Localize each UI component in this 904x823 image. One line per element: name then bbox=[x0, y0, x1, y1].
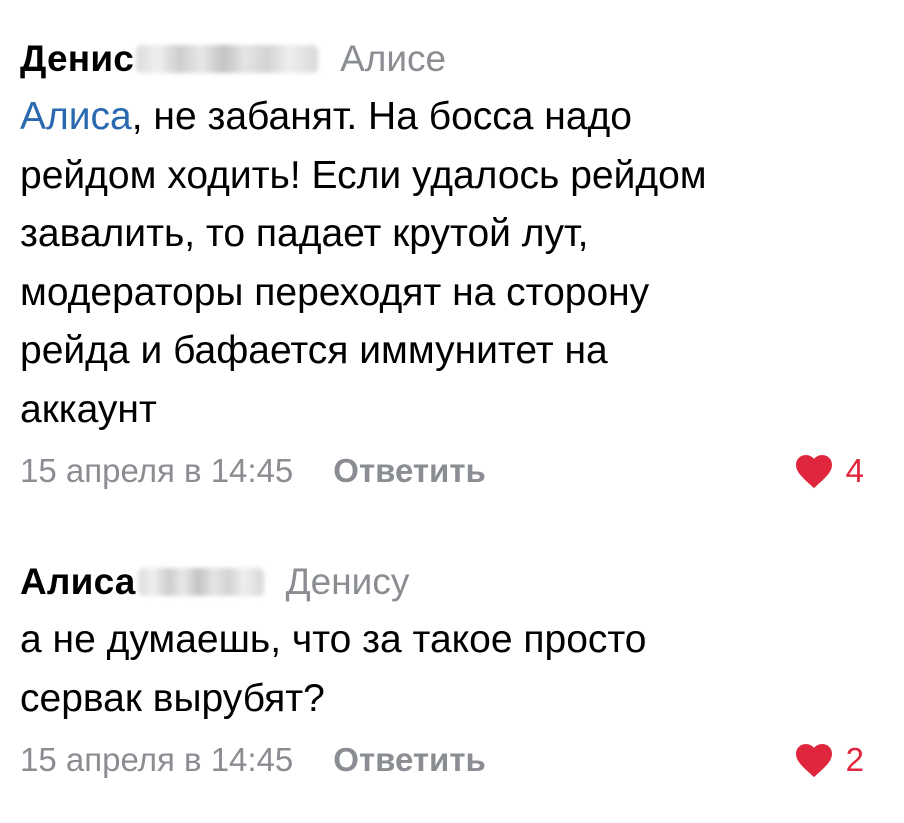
reply-to-name[interactable]: Денису bbox=[286, 561, 410, 603]
comment-text: Алиса, не забанят. На босса надо рейдом х… bbox=[20, 88, 864, 439]
redacted-surname bbox=[136, 45, 319, 73]
comment-header: Алиса Денису bbox=[20, 553, 864, 611]
author-name[interactable]: Денис bbox=[20, 38, 134, 80]
comment-header: Денис Алисе bbox=[20, 30, 864, 88]
heart-icon bbox=[795, 454, 832, 489]
reply-to-name[interactable]: Алисе bbox=[340, 38, 446, 80]
timestamp: 15 апреля в 14:45 bbox=[20, 452, 294, 489]
like-count: 4 bbox=[845, 452, 864, 489]
comment: Алиса Денису а не думаешь, что за такое … bbox=[20, 553, 864, 792]
comment-footer: 15 апреля в 14:45 Ответить 2 bbox=[20, 728, 864, 792]
comment-text-line: , не забанят. На босса надо bbox=[131, 95, 632, 138]
heart-icon bbox=[795, 743, 832, 778]
mention-link[interactable]: Алиса bbox=[20, 95, 132, 138]
comment-text-line: а не думаешь, что за такое просто bbox=[20, 618, 647, 661]
like-button[interactable]: 4 bbox=[794, 452, 864, 490]
timestamp: 15 апреля в 14:45 bbox=[20, 741, 294, 778]
comment-text-line: рейдом ходить! Если удалось рейдом bbox=[20, 153, 707, 197]
comment-text: а не думаешь, что за такое просто сервак … bbox=[20, 611, 864, 728]
comment-text-line: сервак вырубят? bbox=[20, 676, 325, 720]
comment-text-line: рейда и бафается иммунитет на bbox=[20, 329, 608, 372]
redacted-surname bbox=[137, 568, 264, 596]
comment-text-line: модераторы переходят на сторону bbox=[20, 270, 650, 314]
comment-text-line: аккаунт bbox=[20, 387, 157, 431]
like-button[interactable]: 2 bbox=[794, 741, 864, 779]
reply-button[interactable]: Ответить bbox=[333, 452, 486, 490]
comment: Денис Алисе Алиса, не забанят. На босса … bbox=[20, 30, 864, 503]
reply-button[interactable]: Ответить bbox=[333, 741, 486, 779]
author-name[interactable]: Алиса bbox=[20, 561, 136, 603]
like-count: 2 bbox=[845, 741, 864, 778]
comment-text-line: завалить, то падает крутой лут, bbox=[20, 212, 589, 255]
comment-footer: 15 апреля в 14:45 Ответить 4 bbox=[20, 439, 864, 503]
